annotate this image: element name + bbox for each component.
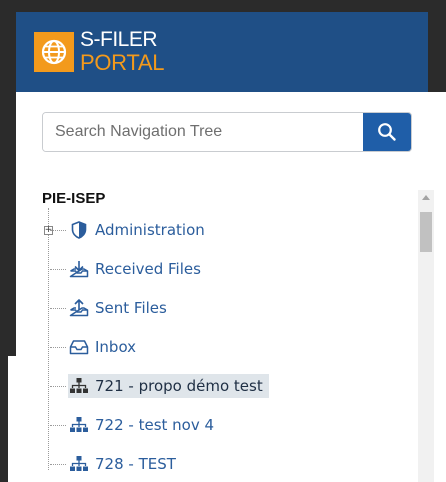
window-frame-right [428, 0, 446, 92]
tree-item-label: Inbox [95, 338, 137, 356]
tree-item-label: Administration [95, 221, 205, 239]
logo-header: S-FILER PORTAL [16, 12, 428, 92]
tree-item-label: Received Files [95, 260, 201, 278]
tree-root-label[interactable]: PIE-ISEP [42, 190, 105, 207]
tree-connector-line [48, 208, 49, 470]
search-input[interactable] [43, 113, 359, 151]
tree-item-label: 721 - propo démo test [95, 377, 263, 395]
search-box [42, 112, 412, 152]
org-chart-icon [68, 415, 90, 435]
tree-item-inbox[interactable]: Inbox [50, 335, 137, 359]
tree-connector [50, 308, 66, 309]
shield-icon [68, 220, 90, 240]
org-chart-icon [68, 454, 90, 474]
tree-item-label: 728 - TEST [95, 455, 176, 473]
scroll-up-arrow-icon[interactable] [420, 192, 432, 202]
tree-connector [50, 386, 66, 387]
download-tray-icon [68, 259, 90, 279]
search-button[interactable] [363, 113, 411, 151]
search-icon [378, 123, 396, 141]
tree-connector [50, 230, 66, 231]
tree-connector [50, 269, 66, 270]
window-frame-top [0, 0, 446, 12]
logo-subtitle: PORTAL [80, 50, 165, 75]
window-frame-left [0, 0, 16, 356]
tree-item-721[interactable]: 721 - propo démo test [50, 374, 269, 398]
app-logo-text[interactable]: S-FILER PORTAL [80, 28, 165, 75]
tree-connector [50, 347, 66, 348]
window-frame-left-lower [0, 356, 8, 482]
tree-connector [50, 425, 66, 426]
globe-icon[interactable] [34, 32, 74, 72]
tree-connector [50, 464, 66, 465]
tree-item-label: Sent Files [95, 299, 167, 317]
tree-item-722[interactable]: 722 - test nov 4 [50, 413, 215, 437]
tree-item-label: 722 - test nov 4 [95, 416, 215, 434]
org-chart-icon [68, 376, 90, 396]
navigation-panel: S-FILER PORTAL PIE-ISEP + Administration [16, 12, 434, 482]
tree-item-administration[interactable]: Administration [50, 218, 205, 242]
logo-title: S-FILER [80, 28, 158, 51]
scrollbar-thumb[interactable] [420, 212, 432, 252]
inbox-icon [68, 337, 90, 357]
tree-item-received-files[interactable]: Received Files [50, 257, 201, 281]
tree-item-sent-files[interactable]: Sent Files [50, 296, 167, 320]
upload-tray-icon [68, 298, 90, 318]
tree-item-728[interactable]: 728 - TEST [50, 452, 176, 476]
